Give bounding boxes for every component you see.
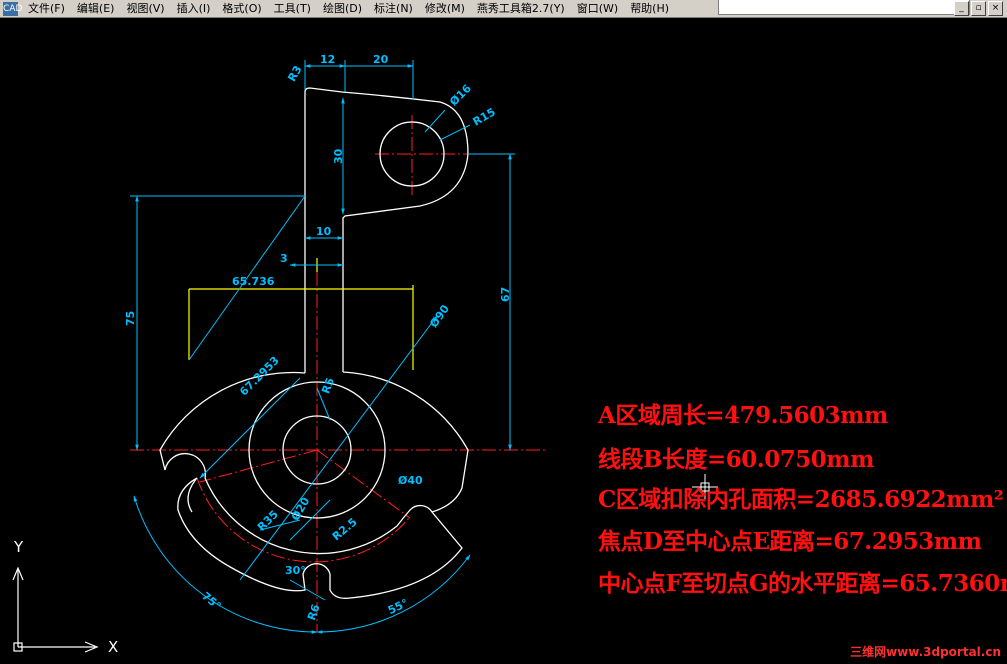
menu-view[interactable]: 视图(V) <box>120 0 170 17</box>
dim-r6: R6 <box>305 602 323 622</box>
dim-phi16: Ø16 <box>447 82 474 109</box>
dimension-lines <box>130 60 515 634</box>
menu-window[interactable]: 窗口(W) <box>571 0 624 17</box>
dim-67: 67 <box>499 287 512 302</box>
ucs-y-label: Y <box>14 538 24 556</box>
menu-insert[interactable]: 插入(I) <box>171 0 217 17</box>
menu-yanxiu-toolbox[interactable]: 燕秀工具箱2.7(Y) <box>471 0 571 17</box>
dim-r25: R2.5 <box>330 515 360 543</box>
ucs-icon <box>12 566 99 653</box>
app-icon[interactable]: CAD <box>3 1 22 16</box>
annotation-a-perimeter: A区域周长=479.5603mm <box>598 402 888 429</box>
radial-centerline-left <box>199 449 318 483</box>
menu-bar: CAD 文件(F) 编辑(E) 视图(V) 插入(I) 格式(O) 工具(T) … <box>0 0 1007 18</box>
title-input-strip <box>718 0 970 15</box>
menu-draw[interactable]: 绘图(D) <box>317 0 368 17</box>
annotation-c-area: C区域扣除内孔面积=2685.6922mm² <box>598 486 1004 513</box>
window-controls: _ ▫ × <box>954 1 1003 16</box>
dim-10: 10 <box>316 225 332 238</box>
menu-help[interactable]: 帮助(H) <box>624 0 675 17</box>
annotation-d-distance: 焦点D至中心点E距离=67.2953mm <box>598 528 982 555</box>
dim-r3: R3 <box>285 63 304 83</box>
dim-30deg: 30° <box>285 564 306 577</box>
dim-phi40: Ø40 <box>398 474 423 487</box>
radial-centerline-right <box>316 449 411 519</box>
dim-65736: 65.736 <box>232 275 275 288</box>
annotation-b-length: 线段B长度=60.0750mm <box>598 446 874 473</box>
part-outline <box>159 87 469 599</box>
restore-button[interactable]: ▫ <box>971 1 986 16</box>
watermark: 三维网www.3dportal.cn <box>850 645 1001 659</box>
menu-modify[interactable]: 修改(M) <box>419 0 471 17</box>
close-button[interactable]: × <box>988 1 1003 16</box>
menu-format[interactable]: 格式(O) <box>216 0 267 17</box>
dim-672953: 67.2953 <box>237 354 282 399</box>
dim-r5: R5 <box>319 376 337 396</box>
dim-phi90: Ø90 <box>427 302 452 330</box>
dim-3: 3 <box>280 252 288 265</box>
highlight-geometry <box>188 258 414 370</box>
menu-dimension[interactable]: 标注(N) <box>368 0 419 17</box>
dim-20: 20 <box>373 53 389 66</box>
annotation-f-horizontal: 中心点F至切点G的水平距离=65.7360mm <box>598 570 1007 597</box>
menu-edit[interactable]: 编辑(E) <box>71 0 121 17</box>
slot-arc-centerline <box>196 477 410 563</box>
menu-tools[interactable]: 工具(T) <box>268 0 317 17</box>
menu-file[interactable]: 文件(F) <box>22 0 71 17</box>
centerlines <box>130 115 545 632</box>
dim-r15: R15 <box>471 105 498 128</box>
minimize-button[interactable]: _ <box>954 1 969 16</box>
dim-75deg: 75° <box>199 589 223 612</box>
dim-75: 75 <box>124 311 137 326</box>
dim-phi20: Ø20 <box>289 495 313 523</box>
dim-30: 30 <box>332 148 345 164</box>
dim-12: 12 <box>320 53 335 66</box>
ucs-x-label: X <box>108 638 119 656</box>
